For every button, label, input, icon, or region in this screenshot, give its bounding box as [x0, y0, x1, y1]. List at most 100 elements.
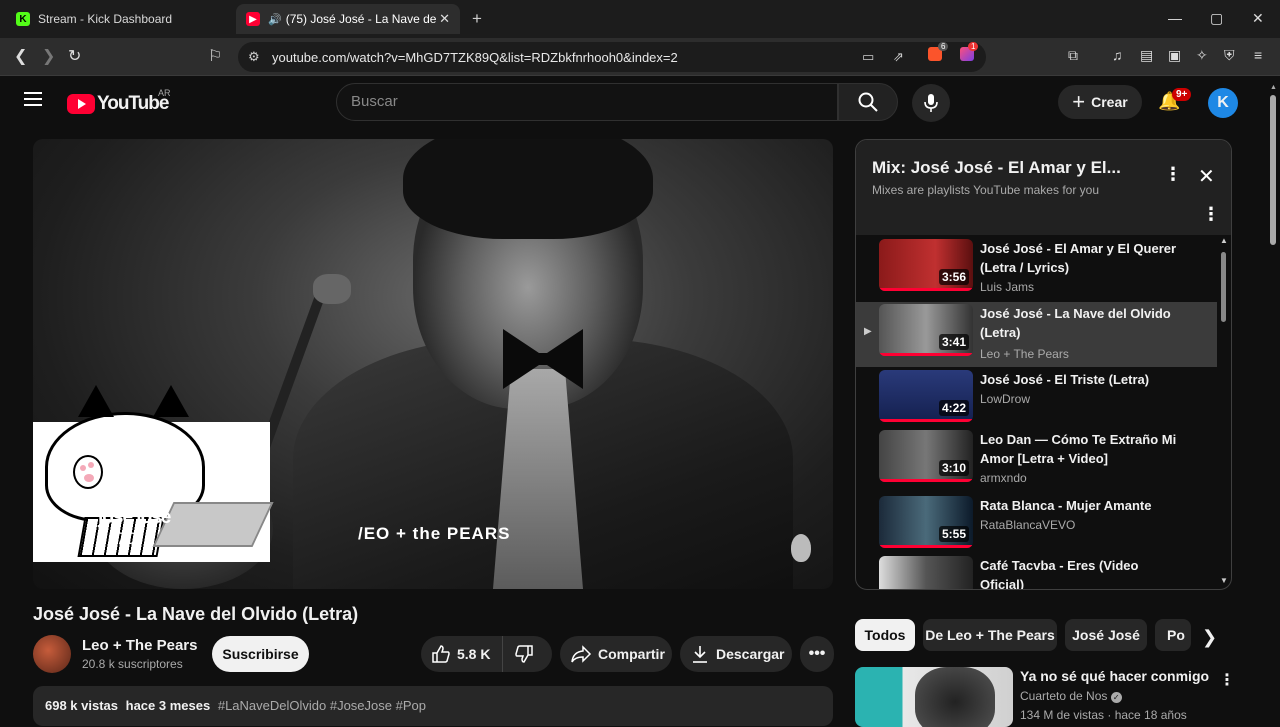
thumbs-down-icon [515, 645, 533, 663]
upload-age: hace 3 meses [125, 698, 211, 713]
tab-title: Stream - Kick Dashboard [38, 12, 173, 26]
hashtags[interactable]: #LaNaveDelOlvido #JoseJose #Pop [218, 698, 426, 713]
more-actions-button[interactable]: ••• [800, 636, 834, 672]
description-box[interactable]: 698 k vistas hace 3 meses #LaNaveDelOlvi… [33, 686, 833, 726]
close-tab-icon[interactable]: ✕ [439, 11, 450, 27]
search-input[interactable] [337, 84, 817, 110]
like-button[interactable]: 5.8 K [421, 636, 503, 672]
sidebar-icon[interactable]: ▤ [1140, 47, 1153, 64]
download-button[interactable]: Descargar [680, 636, 792, 672]
minimize-icon[interactable]: — [1168, 10, 1182, 26]
video-frame-hair [403, 139, 653, 239]
playlist-options-icon[interactable]: ⋮ [1202, 204, 1220, 225]
share-button[interactable]: Compartir [560, 636, 672, 672]
playlist-menu-icon[interactable]: ⋮ [1164, 164, 1182, 185]
channel-name[interactable]: Leo + The Pears [82, 637, 197, 654]
view-count: 698 k vistas [45, 698, 119, 713]
more-horizontal-icon: ••• [808, 645, 826, 662]
microphone-icon [924, 94, 938, 112]
playlist-item-title: Leo Dan — Cómo Te Extraño Mi Amor [Letra… [980, 432, 1177, 466]
video-thumbnail: 4:22 [879, 370, 973, 422]
dislike-button[interactable] [503, 636, 551, 672]
browser-toolbar: ❮ ❯ ↻ ⚐ ⚙ youtube.com/watch?v=MhGD7TZK89… [0, 38, 1280, 76]
hamburger-menu-icon[interactable] [24, 92, 42, 106]
youtube-favicon-icon: ▶ [246, 12, 260, 26]
menu-icon[interactable]: ≡ [1254, 47, 1262, 63]
thumbs-up-icon [432, 645, 450, 663]
playlist-item[interactable]: 3:10 Leo Dan — Cómo Te Extraño Mi Amor [… [856, 428, 1217, 493]
channel-avatar[interactable] [33, 635, 71, 673]
new-tab-icon[interactable]: + [472, 9, 482, 29]
maximize-icon[interactable]: ▢ [1210, 10, 1223, 27]
playlist-item-channel: RataBlancaVEVO [980, 518, 1076, 532]
vpn-icon[interactable]: ⛨ [1224, 47, 1235, 64]
video-title: José José - La Nave del Olvido (Letra) [33, 604, 359, 624]
browser-tab-bar: K Stream - Kick Dashboard ▶ 🔊 (75) José … [0, 0, 1280, 38]
playlist-item-channel: Leo + The Pears [980, 347, 1069, 361]
notification-badge: 9+ [1172, 88, 1192, 101]
recommended-title[interactable]: Ya no sé qué hacer conmigo [1020, 668, 1209, 684]
plus-icon: + [1072, 89, 1086, 114]
bongo-cat-overlay [33, 385, 274, 562]
playlist-item[interactable]: Café Tacvba - Eres (Video Oficial) [856, 554, 1217, 589]
subscriber-count: 20.8 k suscriptores [82, 657, 183, 671]
playlist-item-title: José José - El Triste (Letra) [980, 372, 1150, 387]
chip-de-leo-the-pears[interactable]: De Leo + The Pears [923, 619, 1057, 651]
playlist-item-current[interactable]: ▶ 3:41 José José - La Nave del Olvido (L… [856, 302, 1217, 367]
forward-icon[interactable]: ❯ [42, 46, 55, 66]
page-scroll-up-icon[interactable]: ▲ [1270, 84, 1277, 91]
create-label: Crear [1091, 94, 1128, 110]
chip-pop[interactable]: Po [1155, 619, 1191, 651]
wallet-icon[interactable]: ▣ [1168, 47, 1181, 64]
close-window-icon[interactable]: ✕ [1252, 10, 1264, 27]
address-bar[interactable]: ⚙ youtube.com/watch?v=MhGD7TZK89Q&list=R… [238, 42, 986, 72]
bookmark-icon[interactable]: ⚐ [208, 46, 222, 66]
screenshot-icon[interactable]: ⧉ [1068, 47, 1078, 64]
back-icon[interactable]: ❮ [14, 46, 27, 66]
video-thumbnail: 3:56 [879, 239, 973, 291]
duration-badge: 3:56 [938, 269, 969, 285]
search-button[interactable] [838, 83, 898, 121]
playlist-title[interactable]: Mix: José José - El Amar y El... [872, 158, 1121, 178]
playlist-item-title: José José - La Nave del Olvido (Letra) [980, 306, 1171, 340]
close-playlist-icon[interactable]: ✕ [1198, 164, 1215, 189]
site-info-icon[interactable]: ⚙ [248, 49, 260, 65]
playlist-item[interactable]: 4:22 José José - El Triste (Letra) LowDr… [856, 368, 1217, 433]
duration-badge: 3:41 [938, 334, 969, 350]
video-thumbnail: 3:41 [879, 304, 973, 356]
playlist-item[interactable]: 3:56 José José - El Amar y El Querer (Le… [856, 237, 1217, 302]
recommended-channel-name: Cuarteto de Nos [1020, 689, 1108, 703]
tab-youtube[interactable]: ▶ 🔊 (75) José José - La Nave del Olvido … [236, 4, 460, 34]
music-icon[interactable]: ♫ [1112, 47, 1123, 63]
account-avatar[interactable]: K [1208, 88, 1238, 118]
youtube-logo[interactable]: YouTube [67, 93, 169, 115]
chevron-right-icon[interactable]: ❯ [1202, 627, 1217, 648]
playlist-item[interactable]: 5:55 Rata Blanca - Mujer Amante RataBlan… [856, 494, 1217, 559]
country-code: AR [158, 88, 171, 98]
scroll-down-icon[interactable]: ▼ [1220, 576, 1228, 585]
cast-icon[interactable]: ▭ [862, 49, 874, 65]
tab-kick-dashboard[interactable]: K Stream - Kick Dashboard [8, 4, 228, 34]
recommended-channel[interactable]: Cuarteto de Nos ✓ [1020, 689, 1122, 703]
scroll-up-icon[interactable]: ▲ [1220, 236, 1228, 245]
page-scrollbar[interactable]: ▲ [1268, 84, 1278, 720]
video-player[interactable]: josé josé 1970 /EO + the PEARS [33, 139, 833, 589]
chip-jose-jose[interactable]: José José [1065, 619, 1147, 651]
playlist-item-channel: LowDrow [980, 392, 1031, 406]
create-button[interactable]: + Crear [1058, 85, 1142, 119]
recommended-menu-icon[interactable]: ⋮ [1219, 670, 1235, 690]
recommended-thumbnail[interactable] [855, 667, 1013, 727]
playlist-scrollbar[interactable]: ▲ ▼ [1220, 236, 1228, 589]
leo-ai-icon[interactable]: ✧ [1196, 47, 1208, 64]
speaker-icon: 🔊 [268, 13, 282, 26]
subscribe-button[interactable]: Suscribirse [212, 636, 309, 672]
voice-search-button[interactable] [912, 84, 950, 122]
download-icon [693, 646, 707, 663]
like-count: 5.8 K [457, 646, 491, 662]
chip-todos[interactable]: Todos [855, 619, 915, 651]
video-thumbnail: 3:10 [879, 430, 973, 482]
share-page-icon[interactable]: ⇗ [893, 49, 904, 65]
playlist-item-channel: armxndo [980, 471, 1027, 485]
video-thumbnail: 5:55 [879, 496, 973, 548]
reload-icon[interactable]: ↻ [68, 46, 81, 66]
